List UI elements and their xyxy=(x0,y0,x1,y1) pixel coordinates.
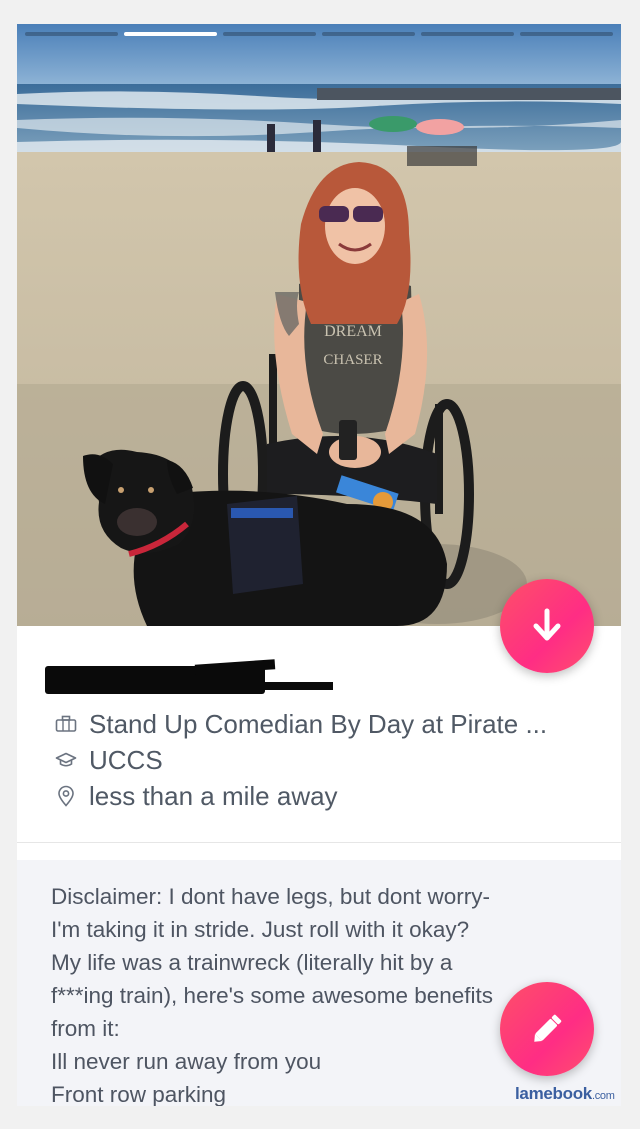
job-text: Stand Up Comedian By Day at Pirate ... xyxy=(89,708,548,739)
progress-segment[interactable] xyxy=(322,32,415,36)
progress-segment[interactable] xyxy=(25,32,118,36)
profile-card: DREAM CHASER Stand Up Comedian By Day at… xyxy=(17,24,621,1106)
profile-info-list: Stand Up Comedian By Day at Pirate ... U… xyxy=(51,706,621,814)
watermark-suffix: .com xyxy=(591,1090,615,1102)
distance-row: less than a mile away xyxy=(51,778,621,814)
job-row: Stand Up Comedian By Day at Pirate ... xyxy=(51,706,621,742)
school-row: UCCS xyxy=(51,742,621,778)
graduation-cap-icon xyxy=(51,747,81,773)
watermark-brand: lamebook xyxy=(515,1084,592,1103)
photo-progress-bar xyxy=(25,32,613,36)
progress-segment[interactable] xyxy=(520,32,613,36)
shirt-text-2: CHASER xyxy=(323,352,382,368)
pencil-icon xyxy=(534,1014,562,1042)
edit-profile-button[interactable] xyxy=(500,982,594,1076)
section-divider xyxy=(17,842,621,843)
bio-text: Disclaimer: I dont have legs, but dont w… xyxy=(51,880,581,1106)
arrow-down-icon xyxy=(533,608,561,641)
school-text: UCCS xyxy=(89,744,163,775)
progress-segment[interactable] xyxy=(421,32,514,36)
profile-name-redacted xyxy=(45,659,333,700)
bio-line: My life was a trainwreck (literally hit … xyxy=(51,950,453,975)
distance-text: less than a mile away xyxy=(89,780,338,811)
bio-line: f***ing train), here's some awesome bene… xyxy=(51,983,494,1008)
collapse-profile-button[interactable] xyxy=(500,579,594,673)
shirt-text-1: DREAM xyxy=(324,323,382,340)
progress-segment[interactable] xyxy=(223,32,316,36)
bio-line: I'm taking it in stride. Just roll with … xyxy=(51,917,470,942)
location-pin-icon xyxy=(51,783,81,809)
briefcase-icon xyxy=(51,711,81,737)
progress-segment-active[interactable] xyxy=(124,32,217,36)
profile-photo[interactable]: DREAM CHASER xyxy=(17,24,621,626)
bio-line: Ill never run away from you xyxy=(51,1049,322,1074)
bio-line: Disclaimer: I dont have legs, but dont w… xyxy=(51,884,490,909)
bio-line: Front row parking xyxy=(51,1082,227,1106)
lamebook-watermark: lamebook.com xyxy=(515,1084,615,1104)
photo-illustration: DREAM CHASER xyxy=(17,24,621,626)
